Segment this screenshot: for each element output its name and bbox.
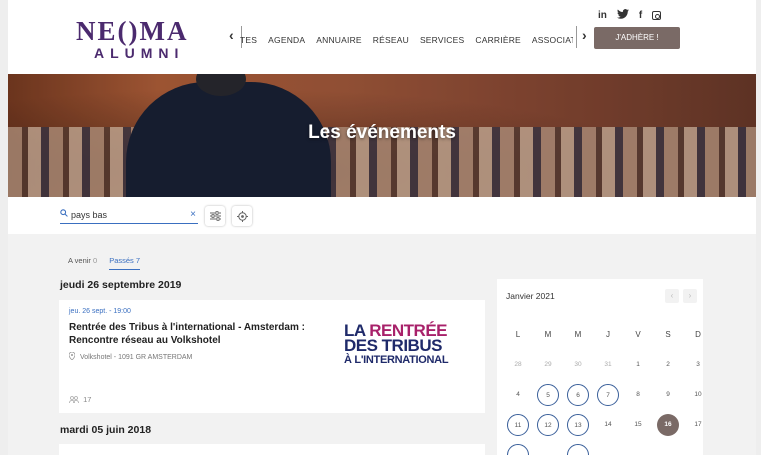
- calendar-weekday: J: [606, 330, 610, 339]
- event-tabs: A venir 0 Passés 7: [68, 256, 141, 270]
- calendar-day[interactable]: 12: [537, 414, 559, 436]
- calendar-weekday: M: [544, 330, 552, 339]
- target-icon: [236, 210, 248, 222]
- nav-item-agenda[interactable]: AGENDA: [268, 35, 305, 45]
- calendar-weekday: M: [574, 330, 582, 339]
- event-card[interactable]: [59, 444, 485, 455]
- nav-prev-arrow-icon[interactable]: ‹: [229, 27, 234, 43]
- calendar-day[interactable]: 5: [537, 384, 559, 406]
- nav-item-reseau[interactable]: RÉSEAU: [373, 35, 409, 45]
- location-pin-icon: [68, 351, 76, 361]
- event-visual[interactable]: LA RENTRÉE DES TRIBUS À L'INTERNATIONAL: [344, 322, 472, 365]
- nav-item-services[interactable]: SERVICES: [420, 35, 464, 45]
- calendar-day[interactable]: 3: [687, 354, 709, 376]
- calendar-day[interactable]: 14: [597, 414, 619, 436]
- attendee-count: 17: [69, 395, 91, 404]
- nav-item-annuaire[interactable]: ANNUAIRE: [316, 35, 362, 45]
- event-card[interactable]: jeu. 26 sept. - 19:00 Rentrée des Tribus…: [59, 300, 485, 413]
- calendar-day[interactable]: 8: [627, 384, 649, 406]
- nav-next-arrow-icon[interactable]: ›: [582, 27, 587, 43]
- facebook-icon[interactable]: f: [639, 10, 642, 21]
- social-links: in f: [598, 9, 662, 22]
- search-bar: pays bas ×: [8, 197, 756, 234]
- calendar: Janvier 2021 ‹ › L M M J V S D 28 29 30 31 1 2 3 4 5 6 7 8…: [497, 279, 703, 455]
- hero-banner: Les événements: [8, 74, 756, 197]
- page-title: Les événements: [308, 122, 456, 143]
- calendar-day[interactable]: 10: [687, 384, 709, 406]
- instagram-icon[interactable]: [652, 11, 662, 20]
- nav-item-carriere[interactable]: CARRIÈRE: [475, 35, 521, 45]
- tab-upcoming[interactable]: A venir 0: [68, 256, 97, 270]
- join-button[interactable]: J'ADHÈRE !: [594, 27, 680, 49]
- calendar-day[interactable]: 9: [657, 384, 679, 406]
- calendar-day[interactable]: 30: [567, 354, 589, 376]
- calendar-day[interactable]: 28: [507, 354, 529, 376]
- nav-item-association[interactable]: ASSOCIATION: [532, 35, 573, 45]
- linkedin-icon[interactable]: in: [598, 10, 607, 21]
- date-heading: mardi 05 juin 2018: [60, 424, 152, 436]
- calendar-day[interactable]: [567, 444, 589, 455]
- event-datetime: jeu. 26 sept. - 19:00: [69, 308, 131, 315]
- calendar-day[interactable]: 4: [507, 384, 529, 406]
- people-icon: [69, 396, 79, 404]
- nav-item-fetes[interactable]: TES: [240, 35, 257, 45]
- calendar-day[interactable]: 17: [687, 414, 709, 436]
- calendar-month: Janvier 2021: [506, 291, 555, 301]
- filter-button[interactable]: [205, 206, 225, 226]
- main-nav: TES AGENDA ANNUAIRE RÉSEAU SERVICES CARR…: [240, 35, 573, 45]
- clear-search-icon[interactable]: ×: [190, 209, 196, 220]
- calendar-day[interactable]: 2: [657, 354, 679, 376]
- calendar-weekday: V: [635, 330, 641, 339]
- logo-neoma[interactable]: NE()MA: [76, 16, 188, 47]
- calendar-day[interactable]: 1: [627, 354, 649, 376]
- nav-divider: [576, 26, 577, 48]
- geolocate-button[interactable]: [232, 206, 252, 226]
- search-value: pays bas: [71, 210, 108, 220]
- calendar-day[interactable]: 15: [627, 414, 649, 436]
- search-icon: [60, 209, 68, 219]
- calendar-weekday: S: [665, 330, 671, 339]
- search-input[interactable]: pays bas ×: [60, 209, 198, 224]
- event-title[interactable]: Rentrée des Tribus à l'international - A…: [69, 321, 319, 347]
- calendar-prev-icon[interactable]: ‹: [665, 289, 679, 303]
- calendar-weekday: L: [515, 330, 521, 339]
- calendar-day[interactable]: [507, 444, 529, 455]
- logo-alumni[interactable]: ALUMNI: [94, 45, 184, 61]
- twitter-icon[interactable]: [616, 9, 629, 22]
- site-header: NE()MA ALUMNI ‹ TES AGENDA ANNUAIRE RÉSE…: [8, 0, 756, 74]
- calendar-weekday: D: [695, 330, 701, 339]
- event-location: Volkshotel - 1091 GR AMSTERDAM: [68, 351, 192, 361]
- page-frame: NE()MA ALUMNI ‹ TES AGENDA ANNUAIRE RÉSE…: [8, 0, 756, 455]
- calendar-day[interactable]: 7: [597, 384, 619, 406]
- calendar-next-icon[interactable]: ›: [683, 289, 697, 303]
- tab-count: 7: [135, 256, 141, 265]
- calendar-day[interactable]: 31: [597, 354, 619, 376]
- calendar-day[interactable]: 11: [507, 414, 529, 436]
- tab-past[interactable]: Passés 7: [109, 256, 141, 270]
- date-heading: jeudi 26 septembre 2019: [60, 279, 182, 291]
- tab-count: 0: [93, 256, 98, 265]
- calendar-day[interactable]: 13: [567, 414, 589, 436]
- calendar-day[interactable]: 29: [537, 354, 559, 376]
- sliders-icon: [209, 211, 221, 221]
- calendar-day[interactable]: 16: [657, 414, 679, 436]
- calendar-day[interactable]: 6: [567, 384, 589, 406]
